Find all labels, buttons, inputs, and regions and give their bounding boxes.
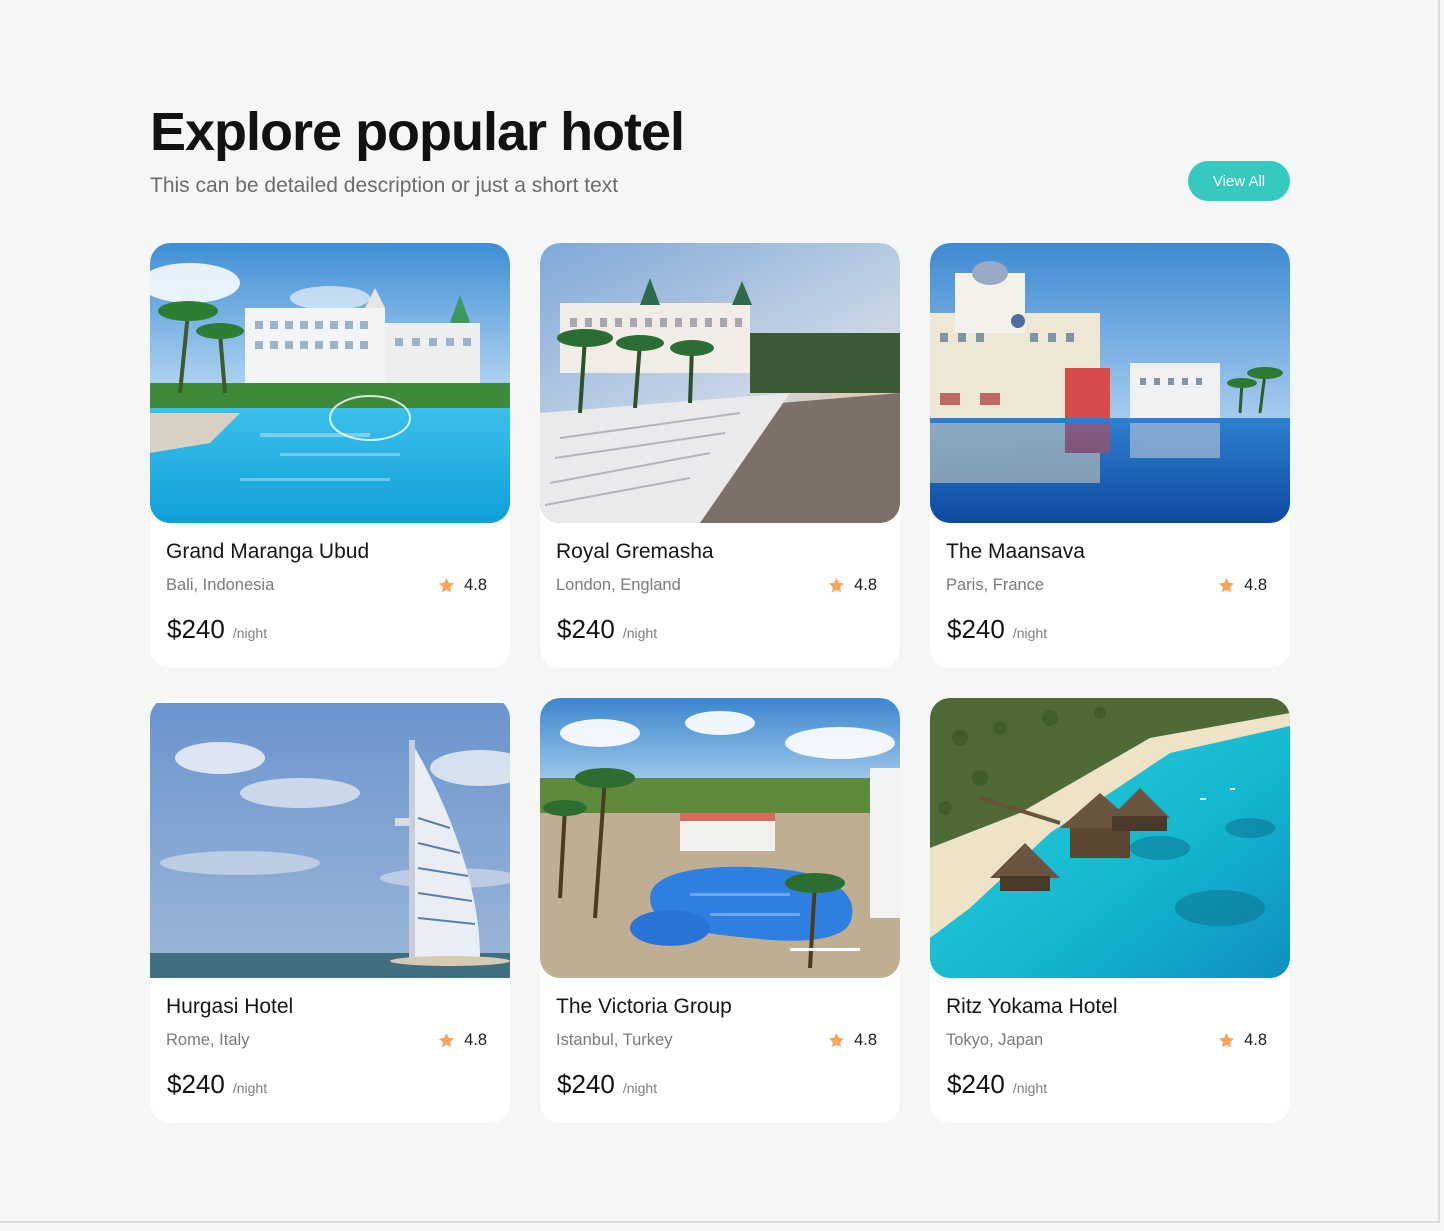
hotel-rating: 4.8 <box>827 574 877 596</box>
hotel-card[interactable]: Grand Maranga Ubud Bali, Indonesia 4.8 $… <box>150 243 510 668</box>
hotel-price: $240 <box>557 614 615 644</box>
hotel-rating: 4.8 <box>1217 574 1267 596</box>
hotel-location: Tokyo, Japan <box>946 1031 1044 1049</box>
hotel-location: Bali, Indonesia <box>166 576 275 594</box>
hotel-photo <box>930 243 1290 523</box>
price-unit: /night <box>622 625 658 641</box>
hotel-photo <box>540 698 900 978</box>
hotel-rating: 4.8 <box>437 1029 487 1051</box>
hotel-location: Paris, France <box>946 576 1045 594</box>
hotel-rating: 4.8 <box>437 574 487 596</box>
hotel-photo <box>150 698 510 978</box>
page-title: Explore popular hotel <box>150 102 685 162</box>
star-icon <box>439 577 455 592</box>
hotel-name: The Maansava <box>946 540 1085 563</box>
star-icon <box>829 1032 845 1047</box>
rating-value: 4.8 <box>464 576 487 594</box>
hotel-location: Istanbul, Turkey <box>556 1031 673 1049</box>
hotel-rating: 4.8 <box>1217 1029 1267 1051</box>
hotel-name: Hurgasi Hotel <box>166 995 294 1018</box>
star-icon <box>439 1032 455 1047</box>
rating-value: 4.8 <box>1244 1031 1267 1049</box>
star-icon <box>1219 577 1235 592</box>
hotel-rating: 4.8 <box>827 1029 877 1051</box>
hotel-card[interactable]: Hurgasi Hotel Rome, Italy 4.8 $240 /nigh… <box>150 698 510 1123</box>
price-unit: /night <box>622 1080 658 1096</box>
price-unit: /night <box>232 625 268 641</box>
hotel-location: Rome, Italy <box>166 1031 250 1049</box>
hotel-name: The Victoria Group <box>556 995 732 1018</box>
hotel-name: Ritz Yokama Hotel <box>946 995 1118 1018</box>
price-row: $240 /night <box>557 1068 657 1100</box>
hotel-price: $240 <box>167 1069 225 1099</box>
rating-value: 4.8 <box>854 1031 877 1049</box>
view-all-button[interactable]: View All <box>1188 161 1290 201</box>
hotel-card[interactable]: The Maansava Paris, France 4.8 $240 /nig… <box>930 243 1290 668</box>
rating-value: 4.8 <box>464 1031 487 1049</box>
star-icon <box>829 577 845 592</box>
hotel-card[interactable]: Ritz Yokama Hotel Tokyo, Japan 4.8 $240 … <box>930 698 1290 1123</box>
hotel-name: Grand Maranga Ubud <box>166 540 370 563</box>
price-unit: /night <box>1012 625 1048 641</box>
hotel-photo <box>150 243 510 523</box>
hotel-location: London, England <box>556 576 681 594</box>
price-unit: /night <box>232 1080 268 1096</box>
hotel-name: Royal Gremasha <box>556 540 714 563</box>
price-unit: /night <box>1012 1080 1048 1096</box>
hotel-price: $240 <box>947 1069 1005 1099</box>
hotel-photo <box>540 243 900 523</box>
hotel-grid: Grand Maranga Ubud Bali, Indonesia 4.8 $… <box>150 243 1290 1123</box>
hotel-price: $240 <box>557 1069 615 1099</box>
hotel-card[interactable]: Royal Gremasha London, England 4.8 $240 … <box>540 243 900 668</box>
price-row: $240 /night <box>167 1068 267 1100</box>
rating-value: 4.8 <box>1244 576 1267 594</box>
price-row: $240 /night <box>557 613 657 645</box>
price-row: $240 /night <box>167 613 267 645</box>
page-subtitle: This can be detailed description or just… <box>150 174 619 197</box>
price-row: $240 /night <box>947 1068 1047 1100</box>
price-row: $240 /night <box>947 613 1047 645</box>
hotel-price: $240 <box>167 614 225 644</box>
hotel-card[interactable]: The Victoria Group Istanbul, Turkey 4.8 … <box>540 698 900 1123</box>
star-icon <box>1219 1032 1235 1047</box>
hotel-price: $240 <box>947 614 1005 644</box>
hotel-photo <box>930 698 1290 978</box>
rating-value: 4.8 <box>854 576 877 594</box>
page: Explore popular hotel This can be detail… <box>0 0 1440 1223</box>
